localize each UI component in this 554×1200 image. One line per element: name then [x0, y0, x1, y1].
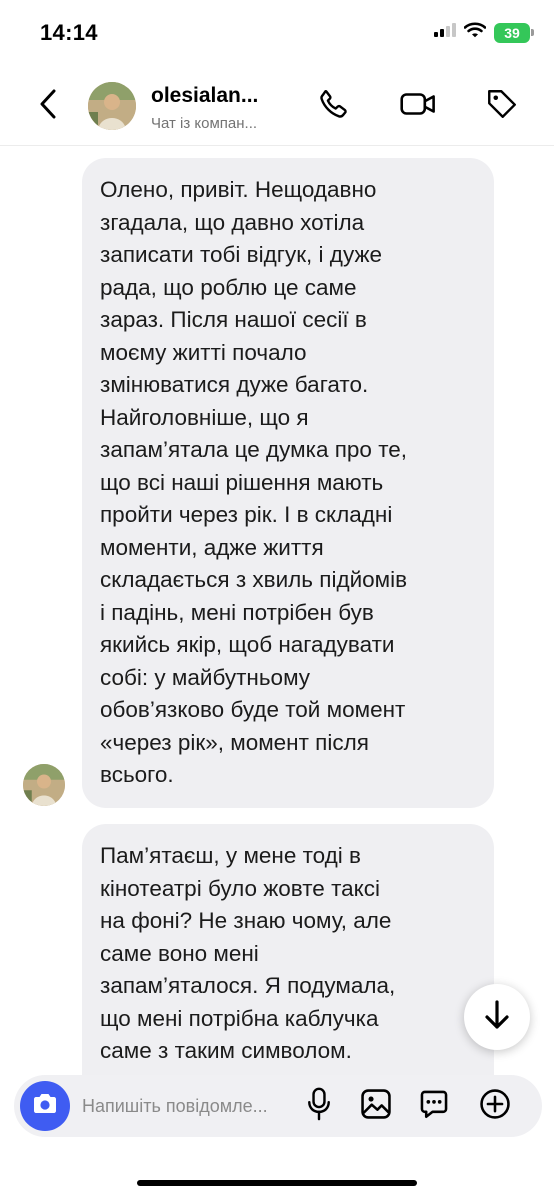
call-button[interactable]: [314, 86, 354, 126]
message-line: записати тобі відгук, і дуже: [100, 242, 383, 267]
signal-icon: [434, 23, 456, 42]
battery-level: 39: [494, 22, 530, 43]
message-line: «через рік», момент після: [100, 729, 369, 755]
message-bubble[interactable]: Пам’ятаєш, у мене тоді в кінотеатрі було…: [82, 824, 494, 1076]
tag-icon: [485, 87, 519, 126]
gallery-button[interactable]: [357, 1087, 395, 1125]
message-line: що всі наші рішення мають: [100, 469, 384, 495]
message-line: всього.: [100, 762, 174, 787]
message-line: зараз. Після нашої сесії в: [100, 307, 367, 332]
contact-subtitle: Чат із компан...: [151, 115, 258, 132]
message-line: що мені потрібна каблучка: [100, 1005, 379, 1031]
message-line: пройти через рік. І в складні: [100, 502, 393, 527]
message-line: запам’ятала це думка про те,: [100, 437, 408, 462]
message-line: Олено, привіт. Нещодавно: [100, 177, 377, 202]
status-time: 14:14: [40, 20, 98, 45]
message-line: складається з хвиль підйомів: [100, 567, 408, 592]
message-line: моменти, адже життя: [100, 534, 324, 560]
contact-avatar[interactable]: [88, 82, 136, 130]
phone-icon: [317, 87, 351, 126]
message-input[interactable]: [82, 1086, 282, 1126]
wifi-icon: [463, 22, 487, 43]
camera-button[interactable]: [20, 1081, 70, 1131]
message-line: саме з таким символом.: [100, 1038, 352, 1063]
camera-icon: [31, 1092, 59, 1121]
video-call-button[interactable]: [398, 86, 438, 126]
contact-info[interactable]: olesialan... Чат із компан...: [151, 84, 301, 132]
back-button[interactable]: [28, 86, 68, 126]
message-line: Найголовніше, що я: [100, 404, 309, 430]
voice-message-button[interactable]: [300, 1087, 338, 1125]
microphone-icon: [306, 1087, 332, 1126]
add-button[interactable]: [476, 1087, 514, 1125]
message-line: і падінь, мені потрібен був: [100, 599, 374, 625]
sticker-icon: [417, 1087, 451, 1126]
message-line: моєму житті почало: [100, 339, 307, 365]
message-line: згадала, що давно хотіла: [100, 209, 365, 235]
label-button[interactable]: [482, 86, 522, 126]
chat-header: olesialan... Чат із компан...: [0, 70, 554, 146]
video-camera-icon: [399, 87, 437, 126]
message-list[interactable]: Олено, привіт. Нещодавно згадала, що дав…: [0, 146, 554, 1076]
message-line: запам’яталося. Я подумала,: [100, 973, 396, 998]
sender-avatar[interactable]: [23, 764, 65, 806]
scroll-to-bottom-button[interactable]: [464, 984, 530, 1050]
message-line: якийсь якір, щоб нагадувати: [100, 632, 395, 657]
plus-icon: [478, 1087, 512, 1126]
message-line: на фоні? Не знаю чому, але: [100, 908, 392, 933]
status-indicators: 39: [434, 22, 534, 43]
message-line: змінюватися дуже багато.: [100, 372, 369, 397]
sticker-button[interactable]: [415, 1087, 453, 1125]
message-line: саме воно мені: [100, 940, 259, 966]
message-line: Пам’ятаєш, у мене тоді в: [100, 843, 362, 868]
status-bar: 14:14 39: [0, 0, 554, 70]
message-line: кінотеатрі було жовте таксі: [100, 875, 380, 901]
message-line: собі: у майбутньому: [100, 664, 311, 690]
arrow-down-icon: [482, 999, 512, 1036]
back-arrow-icon: [38, 89, 58, 124]
message-composer: [14, 1075, 542, 1137]
gallery-icon: [359, 1087, 393, 1126]
message-line: рада, що роблю це саме: [100, 274, 357, 300]
home-indicator: [137, 1180, 417, 1186]
battery-icon: 39: [494, 22, 534, 43]
message-bubble[interactable]: Олено, привіт. Нещодавно згадала, що дав…: [82, 158, 494, 808]
contact-name: olesialan...: [151, 84, 259, 107]
message-line: обов’язково буде той момент: [100, 697, 406, 722]
